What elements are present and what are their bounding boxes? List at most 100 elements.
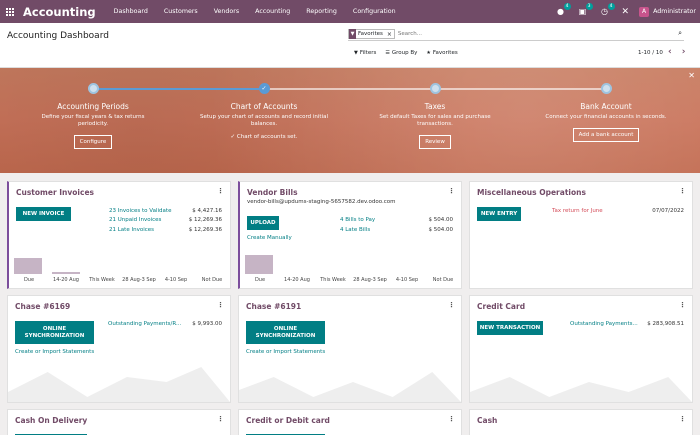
- menu-vendors[interactable]: Vendors: [206, 8, 247, 15]
- card-menu-icon[interactable]: ⋮: [679, 415, 686, 423]
- axis-label: Not Due: [201, 277, 223, 283]
- online-sync-button[interactable]: ONLINE SYNCHRONIZATION: [15, 321, 94, 344]
- chat-badge: 4: [563, 2, 571, 10]
- misc-operations-card: Miscellaneous Operations ⋮ NEW ENTRY Tax…: [469, 181, 693, 289]
- late-bills-link[interactable]: 4 Late Bills: [340, 227, 370, 233]
- create-import-statements-link[interactable]: Create or Import Statements: [15, 349, 94, 355]
- create-manually-link[interactable]: Create Manually: [247, 235, 292, 241]
- card-title[interactable]: Vendor Bills: [247, 188, 298, 197]
- card-title[interactable]: Chase #6169: [15, 302, 70, 311]
- axis-label: This Week: [320, 277, 346, 283]
- favorites-button[interactable]: ★ Favorites: [426, 50, 457, 56]
- done-label: Chart of accounts set.: [236, 134, 298, 140]
- unpaid-invoices-amount: $ 12,269.36: [188, 217, 222, 223]
- add-bank-account-button[interactable]: Add a bank account: [572, 128, 640, 142]
- card-title[interactable]: Cash On Delivery: [15, 416, 87, 425]
- chart-bar-14-20-aug[interactable]: [52, 272, 80, 274]
- card-title[interactable]: Miscellaneous Operations: [477, 188, 586, 197]
- axis-label: Not Due: [432, 277, 454, 283]
- card-menu-icon[interactable]: ⋮: [448, 301, 455, 309]
- invoices-to-validate-link[interactable]: 23 Invoices to Validate: [109, 208, 171, 214]
- menu-dashboard[interactable]: Dashboard: [106, 8, 156, 15]
- chart-bar-due[interactable]: [14, 258, 42, 274]
- pager-prev-icon[interactable]: ‹: [668, 47, 672, 57]
- card-title[interactable]: Cash: [477, 416, 497, 425]
- step-title: Accounting Periods: [57, 102, 129, 111]
- close-icon[interactable]: ✕: [622, 7, 630, 17]
- card-menu-icon[interactable]: ⋮: [679, 301, 686, 309]
- control-panel: Accounting Dashboard ▼ Favorites × ⌕ ▼Fi…: [0, 23, 700, 68]
- online-sync-button[interactable]: ONLINE SYNCHRONIZATION: [246, 321, 325, 344]
- create-import-statements-link[interactable]: Create or Import Statements: [246, 349, 325, 355]
- pager-value[interactable]: 1-10 / 10: [638, 50, 663, 56]
- step-done-text: ✓ Chart of accounts set.: [230, 134, 298, 140]
- close-banner-icon[interactable]: ✕: [688, 71, 695, 80]
- bills-to-pay-link[interactable]: 4 Bills to Pay: [340, 217, 375, 223]
- configure-button[interactable]: Configure: [73, 135, 113, 149]
- facet-remove-icon[interactable]: ×: [385, 31, 394, 38]
- credit-debit-card: Credit or Debit card ⋮: [238, 409, 462, 435]
- search-options: ▼ Filters ☰ Group By ★ Favorites: [354, 50, 467, 56]
- activity-icon[interactable]: ▣ 3: [578, 2, 593, 17]
- groupby-label: Group By: [391, 50, 418, 56]
- search-facet: ▼ Favorites ×: [348, 29, 395, 39]
- card-menu-icon[interactable]: ⋮: [448, 415, 455, 423]
- clock-icon[interactable]: ◷ 4: [600, 2, 615, 17]
- step-title: Taxes: [424, 102, 446, 111]
- step-title: Chart of Accounts: [230, 102, 298, 111]
- search-icon[interactable]: ⌕: [678, 29, 682, 38]
- avatar[interactable]: A: [639, 6, 650, 17]
- upload-button[interactable]: UPLOAD: [247, 216, 279, 230]
- onboarding-banner: ✕ Accounting Periods Define your fiscal …: [0, 68, 700, 173]
- outstanding-payments-link[interactable]: Outstanding Payments/R...: [108, 321, 181, 327]
- unpaid-invoices-link[interactable]: 21 Unpaid Invoices: [109, 217, 161, 223]
- chat-icon[interactable]: ● 4: [556, 2, 571, 17]
- user-name[interactable]: Administrator: [653, 8, 696, 15]
- card-menu-icon[interactable]: ⋮: [217, 415, 224, 423]
- vendor-bills-email[interactable]: vendor-bills@updums-staging-5657582.dev.…: [247, 199, 396, 205]
- step-bank-account: Bank Account Connect your financial acco…: [531, 83, 681, 142]
- filters-button[interactable]: ▼ Filters: [354, 50, 376, 56]
- review-button[interactable]: Review: [419, 135, 451, 149]
- card-menu-icon[interactable]: ⋮: [217, 301, 224, 309]
- axis-label: Due: [23, 277, 35, 283]
- balance-graph: [8, 367, 230, 402]
- groupby-button[interactable]: ☰ Group By: [385, 50, 417, 56]
- step-dot: [87, 83, 99, 94]
- card-menu-icon[interactable]: ⋮: [217, 187, 224, 195]
- new-entry-button[interactable]: NEW ENTRY: [477, 207, 521, 221]
- search-input[interactable]: [397, 31, 648, 37]
- pager-next-icon[interactable]: ›: [682, 47, 686, 57]
- apps-menu-icon[interactable]: [6, 7, 14, 16]
- new-transaction-button[interactable]: NEW TRANSACTION: [477, 321, 543, 335]
- chart-bar-due[interactable]: [245, 255, 273, 274]
- outstanding-payments-amount: $ 283,908.51: [647, 321, 684, 327]
- card-menu-icon[interactable]: ⋮: [448, 187, 455, 195]
- card-title[interactable]: Credit Card: [477, 302, 525, 311]
- favorites-label: Favorites: [432, 50, 458, 56]
- card-title[interactable]: Credit or Debit card: [246, 416, 330, 425]
- menu-customers[interactable]: Customers: [156, 8, 206, 15]
- filter-icon: ▼: [349, 29, 356, 39]
- step-dot: [600, 83, 612, 94]
- systray: ● 4 ▣ 3 ◷ 4 ✕ A Administrator: [556, 0, 700, 23]
- card-title[interactable]: Chase #6191: [246, 302, 301, 311]
- invoices-to-validate-amount: $ 4,427.16: [192, 208, 222, 214]
- cash-on-delivery-card: Cash On Delivery ⋮: [7, 409, 231, 435]
- step-title: Bank Account: [580, 102, 632, 111]
- menu-reporting[interactable]: Reporting: [298, 8, 345, 15]
- menu-accounting[interactable]: Accounting: [247, 8, 298, 15]
- menu-configuration[interactable]: Configuration: [345, 8, 404, 15]
- card-menu-icon[interactable]: ⋮: [679, 187, 686, 195]
- button-line: ONLINE: [42, 325, 67, 332]
- step-description: Define your fiscal years & tax returns p…: [41, 114, 145, 127]
- app-title[interactable]: Accounting: [23, 5, 96, 19]
- new-invoice-button[interactable]: NEW INVOICE: [16, 207, 71, 221]
- balance-graph: [239, 372, 461, 402]
- main-menu: Dashboard Customers Vendors Accounting R…: [106, 8, 404, 15]
- balance-graph: [470, 377, 692, 402]
- card-title[interactable]: Customer Invoices: [16, 188, 94, 197]
- tax-return-item[interactable]: Tax return for June: [552, 208, 603, 214]
- late-invoices-link[interactable]: 21 Late Invoices: [109, 227, 154, 233]
- outstanding-payments-link[interactable]: Outstanding Payments...: [570, 321, 638, 327]
